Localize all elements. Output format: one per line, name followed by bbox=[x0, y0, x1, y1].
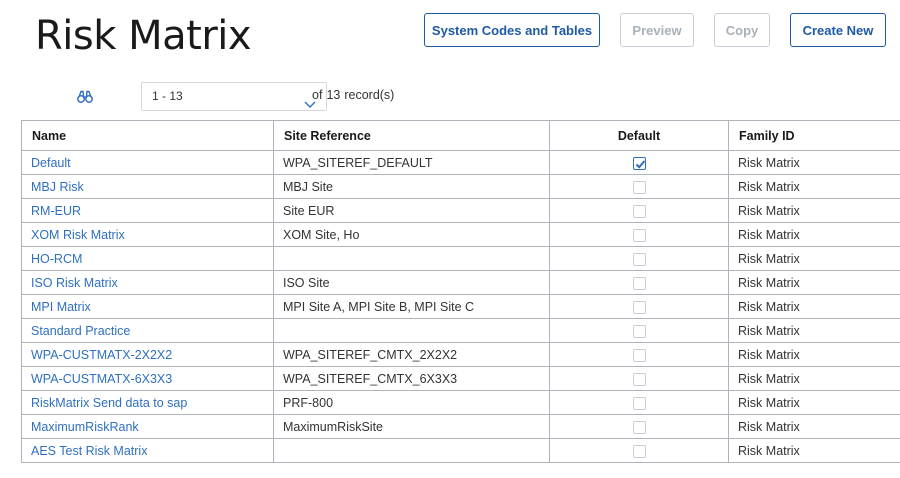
row-family-id: Risk Matrix bbox=[728, 318, 900, 343]
row-family-id: Risk Matrix bbox=[728, 222, 900, 247]
row-name-link[interactable]: ISO Risk Matrix bbox=[21, 270, 274, 295]
table-row[interactable]: WPA-CUSTMATX-2X2X2 WPA_SITEREF_CMTX_2X2X2… bbox=[21, 342, 900, 367]
table-row[interactable]: RiskMatrix Send data to sap PRF-800 Risk M… bbox=[21, 390, 900, 415]
record-total: 13 bbox=[326, 88, 341, 102]
preview-button[interactable]: Preview bbox=[620, 13, 694, 47]
row-default-cell bbox=[549, 150, 729, 175]
default-checkbox[interactable] bbox=[632, 180, 646, 194]
row-default-cell bbox=[549, 270, 729, 295]
row-default-cell bbox=[549, 366, 729, 391]
row-name-link[interactable]: RiskMatrix Send data to sap bbox=[21, 390, 274, 415]
column-header-name[interactable]: Name bbox=[21, 120, 274, 151]
row-default-cell bbox=[549, 294, 729, 319]
row-family-id: Risk Matrix bbox=[728, 246, 900, 271]
row-name-link[interactable]: XOM Risk Matrix bbox=[21, 222, 274, 247]
row-family-id: Risk Matrix bbox=[728, 294, 900, 319]
row-family-id: Risk Matrix bbox=[728, 366, 900, 391]
row-name-link[interactable]: MBJ Risk bbox=[21, 174, 274, 199]
default-checkbox[interactable] bbox=[632, 300, 646, 314]
row-name-link[interactable]: AES Test Risk Matrix bbox=[21, 438, 274, 463]
row-family-id: Risk Matrix bbox=[728, 150, 900, 175]
row-site-reference: MPI Site A, MPI Site B, MPI Site C bbox=[273, 294, 550, 319]
row-site-reference: MBJ Site bbox=[273, 174, 550, 199]
table-row[interactable]: MBJ Risk MBJ Site Risk Matrix bbox=[21, 174, 900, 199]
table-row[interactable]: XOM Risk Matrix XOM Site, Ho Risk Matrix bbox=[21, 222, 900, 247]
table-row[interactable]: HO-RCM Risk Matrix bbox=[21, 246, 900, 271]
row-site-reference: WPA_SITEREF_CMTX_6X3X3 bbox=[273, 366, 550, 391]
row-site-reference: WPA_SITEREF_CMTX_2X2X2 bbox=[273, 342, 550, 367]
row-site-reference: XOM Site, Ho bbox=[273, 222, 550, 247]
create-new-button[interactable]: Create New bbox=[790, 13, 886, 47]
default-checkbox[interactable] bbox=[632, 252, 646, 266]
system-codes-button[interactable]: System Codes and Tables bbox=[424, 13, 600, 47]
row-name-link[interactable]: HO-RCM bbox=[21, 246, 274, 271]
row-family-id: Risk Matrix bbox=[728, 342, 900, 367]
default-checkbox[interactable] bbox=[632, 204, 646, 218]
table-row[interactable]: Default WPA_SITEREF_DEFAULT Risk Matrix bbox=[21, 150, 900, 175]
row-family-id: Risk Matrix bbox=[728, 174, 900, 199]
column-header-family-id[interactable]: Family ID bbox=[728, 120, 900, 151]
table-row[interactable]: RM-EUR Site EUR Risk Matrix bbox=[21, 198, 900, 223]
row-name-link[interactable]: Default bbox=[21, 150, 274, 175]
row-family-id: Risk Matrix bbox=[728, 198, 900, 223]
copy-button[interactable]: Copy bbox=[714, 13, 770, 47]
default-checkbox[interactable] bbox=[632, 228, 646, 242]
row-site-reference: ISO Site bbox=[273, 270, 550, 295]
row-site-reference: PRF-800 bbox=[273, 390, 550, 415]
row-site-reference bbox=[273, 246, 550, 271]
row-default-cell bbox=[549, 174, 729, 199]
records-label: record(s) bbox=[344, 88, 395, 102]
row-name-link[interactable]: MaximumRiskRank bbox=[21, 414, 274, 439]
row-site-reference: WPA_SITEREF_DEFAULT bbox=[273, 150, 550, 175]
range-select[interactable]: 1 - 13 bbox=[141, 82, 327, 111]
pager-row: 1 - 13 of 13 record(s) bbox=[21, 82, 900, 112]
row-site-reference bbox=[273, 318, 550, 343]
row-family-id: Risk Matrix bbox=[728, 390, 900, 415]
row-name-link[interactable]: WPA-CUSTMATX-2X2X2 bbox=[21, 342, 274, 367]
row-default-cell bbox=[549, 222, 729, 247]
row-name-link[interactable]: WPA-CUSTMATX-6X3X3 bbox=[21, 366, 274, 391]
risk-matrix-table: Name Site Reference Default Family ID De… bbox=[21, 120, 900, 463]
row-site-reference bbox=[273, 438, 550, 463]
table-row[interactable]: MPI Matrix MPI Site A, MPI Site B, MPI Si… bbox=[21, 294, 900, 319]
row-default-cell bbox=[549, 246, 729, 271]
record-count: of 13 record(s) bbox=[312, 88, 398, 102]
table-row[interactable]: Standard Practice Risk Matrix bbox=[21, 318, 900, 343]
column-header-default[interactable]: Default bbox=[549, 120, 729, 151]
row-default-cell bbox=[549, 390, 729, 415]
row-name-link[interactable]: RM-EUR bbox=[21, 198, 274, 223]
default-checkbox[interactable] bbox=[632, 156, 646, 170]
row-default-cell bbox=[549, 342, 729, 367]
row-family-id: Risk Matrix bbox=[728, 414, 900, 439]
default-checkbox[interactable] bbox=[632, 276, 646, 290]
binoculars-icon[interactable] bbox=[77, 89, 93, 103]
row-family-id: Risk Matrix bbox=[728, 270, 900, 295]
table-row[interactable]: AES Test Risk Matrix Risk Matrix bbox=[21, 438, 900, 463]
row-default-cell bbox=[549, 318, 729, 343]
row-default-cell bbox=[549, 198, 729, 223]
row-default-cell bbox=[549, 414, 729, 439]
row-name-link[interactable]: Standard Practice bbox=[21, 318, 274, 343]
row-site-reference: Site EUR bbox=[273, 198, 550, 223]
default-checkbox[interactable] bbox=[632, 444, 646, 458]
default-checkbox[interactable] bbox=[632, 372, 646, 386]
of-label: of bbox=[312, 88, 323, 102]
row-default-cell bbox=[549, 438, 729, 463]
table-row[interactable]: MaximumRiskRank MaximumRiskSite Risk Matri… bbox=[21, 414, 900, 439]
default-checkbox[interactable] bbox=[632, 324, 646, 338]
table-header-row: Name Site Reference Default Family ID bbox=[21, 120, 900, 151]
column-header-site-reference[interactable]: Site Reference bbox=[273, 120, 550, 151]
page-title: Risk Matrix bbox=[35, 13, 252, 59]
row-family-id: Risk Matrix bbox=[728, 438, 900, 463]
table-row[interactable]: WPA-CUSTMATX-6X3X3 WPA_SITEREF_CMTX_6X3X3… bbox=[21, 366, 900, 391]
row-site-reference: MaximumRiskSite bbox=[273, 414, 550, 439]
row-name-link[interactable]: MPI Matrix bbox=[21, 294, 274, 319]
range-value: 1 - 13 bbox=[152, 89, 183, 103]
default-checkbox[interactable] bbox=[632, 396, 646, 410]
table-row[interactable]: ISO Risk Matrix ISO Site Risk Matrix bbox=[21, 270, 900, 295]
default-checkbox[interactable] bbox=[632, 420, 646, 434]
default-checkbox[interactable] bbox=[632, 348, 646, 362]
